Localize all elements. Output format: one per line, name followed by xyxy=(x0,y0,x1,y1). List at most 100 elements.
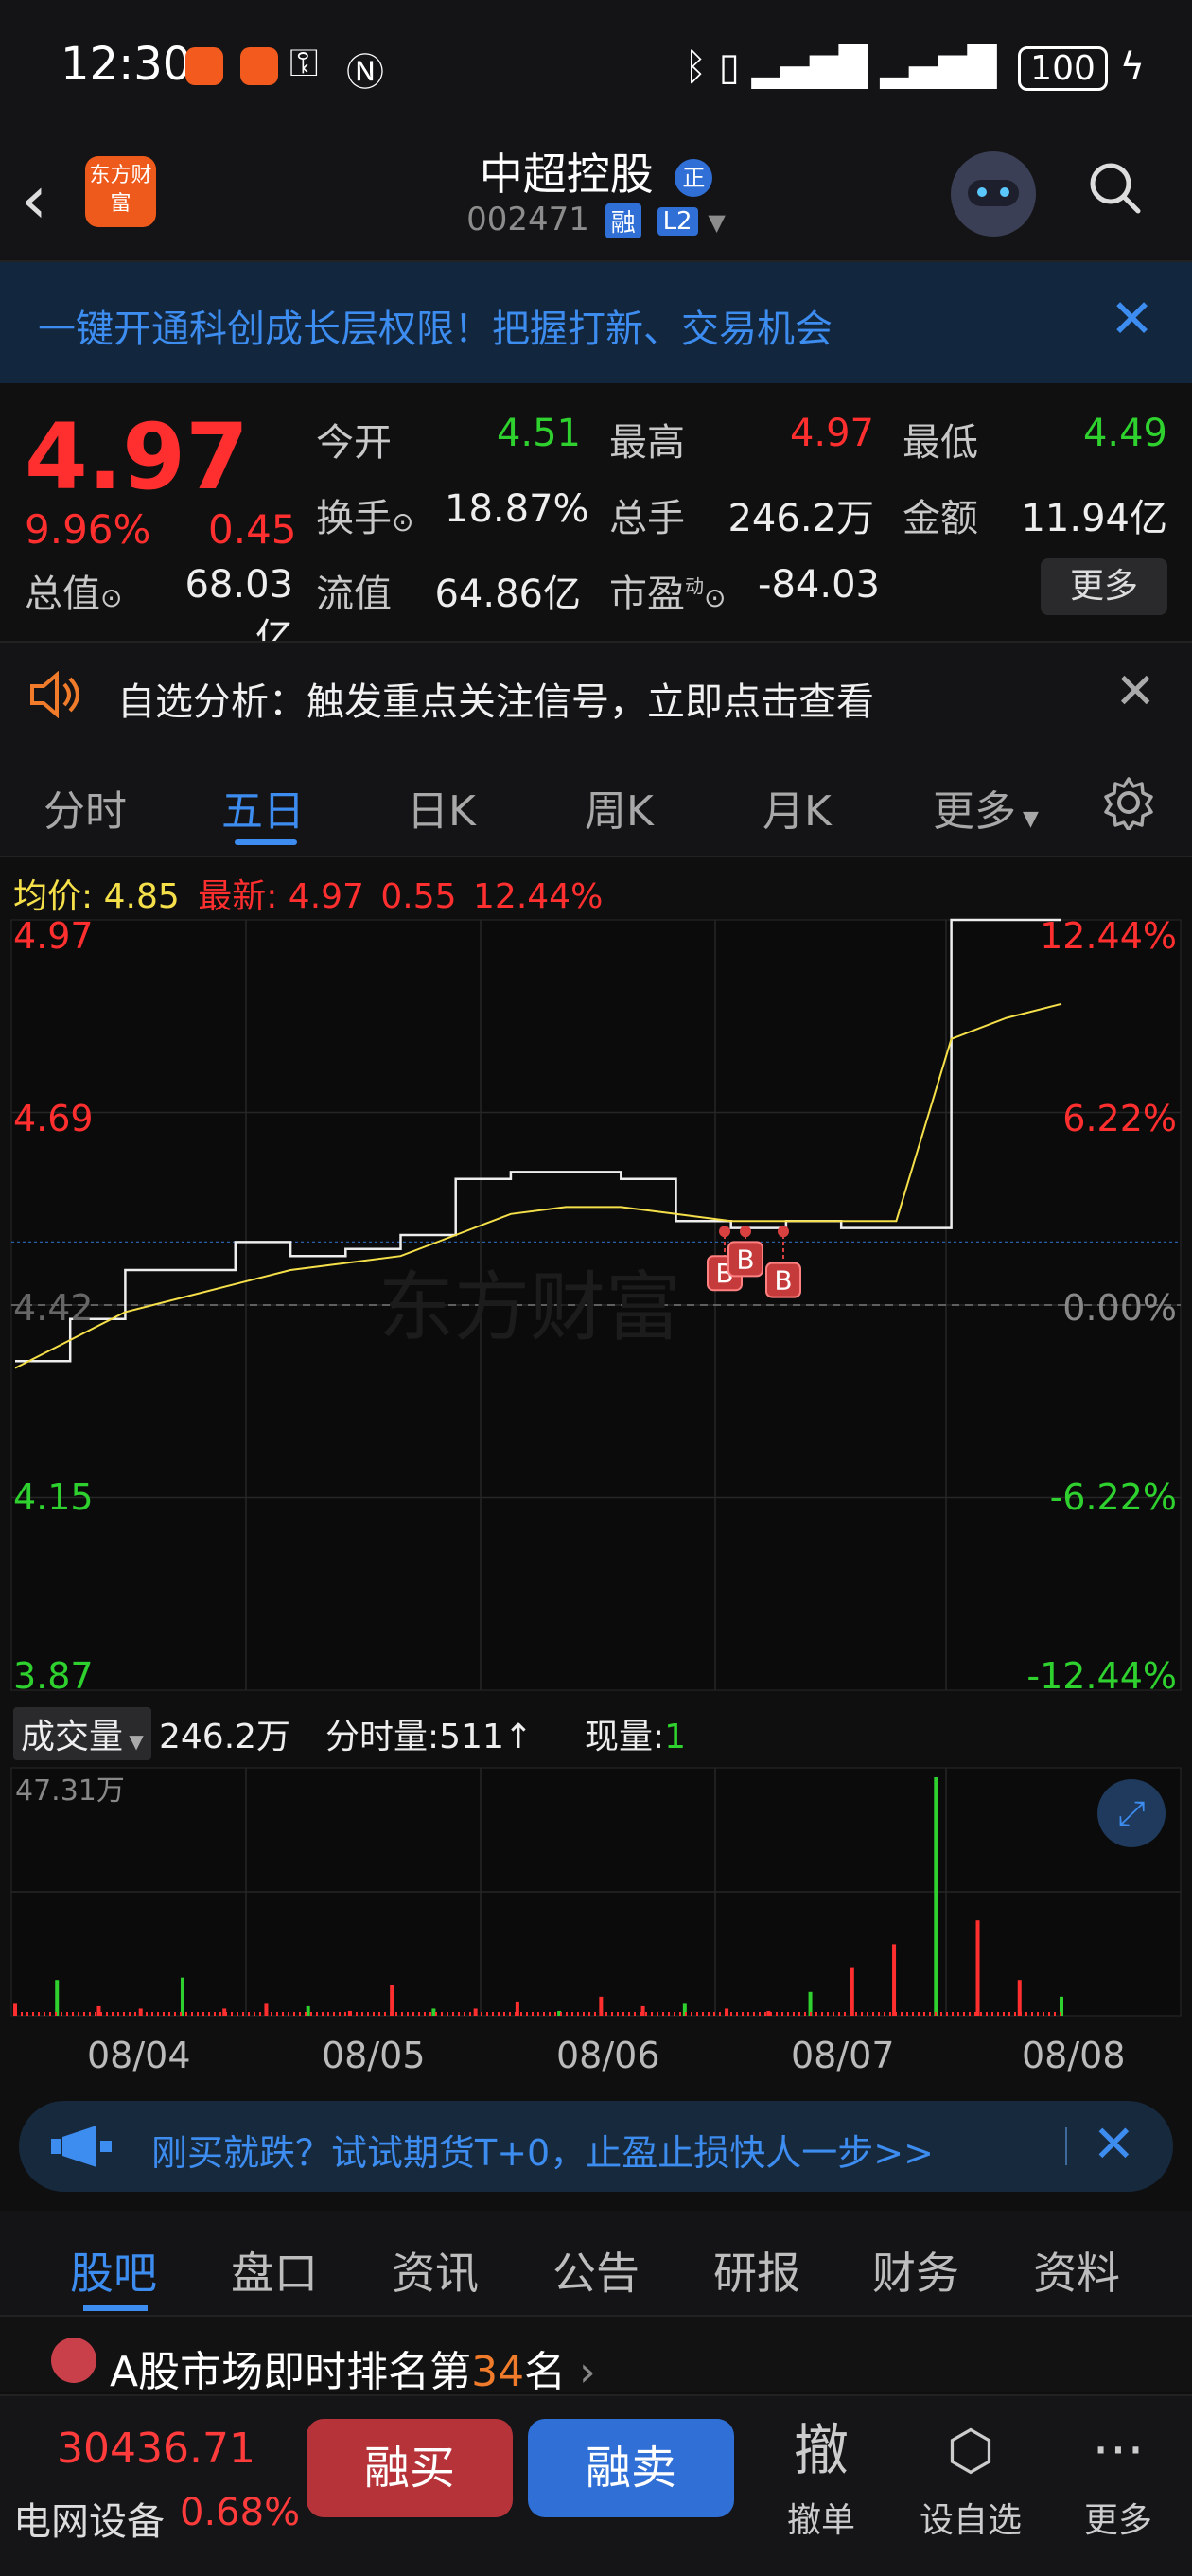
tab-intraday[interactable]: 分时 xyxy=(44,777,127,838)
volume-tick xyxy=(1025,2012,1027,2016)
speaker-icon xyxy=(30,671,79,718)
futures-banner-text[interactable]: 刚买就跌？试试期货T+0，止盈止损快人一步>> xyxy=(151,2124,934,2176)
volume-tick xyxy=(588,2012,590,2016)
futures-banner[interactable]: 刚买就跌？试试期货T+0，止盈止损快人一步>> ✕ xyxy=(19,2101,1173,2192)
add-watchlist-button[interactable]: ⬡ 设自选 xyxy=(914,2417,1027,2542)
cancel-icon: 撤 xyxy=(793,2418,849,2482)
volume-tick xyxy=(537,2012,539,2016)
volume-tick xyxy=(248,2012,250,2016)
volume-tick xyxy=(560,2012,562,2016)
alert-text[interactable]: 自选分析：触发重点关注信号，立即点击查看 xyxy=(117,671,874,726)
last-change: 0.55 xyxy=(380,877,457,916)
margin-buy-button[interactable]: 融买 xyxy=(307,2419,513,2517)
buy-marker-label: B xyxy=(736,1244,754,1275)
level2-tag: L2 xyxy=(657,206,698,236)
more-actions-button[interactable]: ··· 更多 xyxy=(1061,2417,1175,2542)
tab-research[interactable]: 研报 xyxy=(713,2239,800,2302)
volume-tick xyxy=(316,2012,318,2016)
volume-tick xyxy=(344,2012,346,2016)
sector-pct: 0.68% xyxy=(180,2491,301,2534)
volume-selector[interactable]: 成交量 ▼ xyxy=(13,1707,151,1760)
volume-chart[interactable]: 47.31万 ⤢ xyxy=(0,1764,1192,2020)
mktcap-label[interactable]: 总值⊙ xyxy=(25,563,122,618)
y-tick-label: 4.97 xyxy=(13,915,94,957)
info-icon: ⊙ xyxy=(100,582,123,613)
margin-tag: 融 xyxy=(605,203,641,238)
close-icon[interactable]: ✕ xyxy=(1110,289,1154,350)
assistant-robot-icon[interactable] xyxy=(951,151,1036,237)
volume-tick xyxy=(674,2012,675,2016)
volume-tick xyxy=(412,2012,414,2016)
volume-tick xyxy=(1020,2012,1022,2016)
amount-value: 11.94亿 xyxy=(1021,497,1167,540)
volume-tick xyxy=(895,2012,897,2016)
volume-tick xyxy=(123,2012,125,2016)
volume-tick xyxy=(952,2012,954,2016)
volume-tick xyxy=(322,2012,324,2016)
tab-five-day[interactable]: 五日 xyxy=(221,777,305,838)
active-tab-indicator xyxy=(83,2305,148,2311)
volume-tick xyxy=(254,2012,255,2016)
sector-index-value[interactable]: 30436.71 xyxy=(57,2425,255,2473)
tab-orderbook[interactable]: 盘口 xyxy=(231,2239,318,2302)
amount-label: 金额 xyxy=(903,497,978,540)
volume-tick xyxy=(83,2012,85,2016)
close-icon[interactable]: ✕ xyxy=(1093,2114,1135,2174)
tab-daily-k[interactable]: 日K xyxy=(407,777,476,838)
watchlist-alert[interactable]: 自选分析：触发重点关注信号，立即点击查看 ✕ xyxy=(0,641,1192,749)
volume-tick xyxy=(1008,2012,1010,2016)
more-quote-button[interactable]: 更多 xyxy=(1041,558,1167,615)
verified-badge: 正 xyxy=(675,158,713,197)
search-icon[interactable] xyxy=(1088,161,1141,214)
volume-tick xyxy=(333,2012,335,2016)
volume-tick xyxy=(821,2012,823,2016)
volume-tick xyxy=(901,2012,903,2016)
volume-bar xyxy=(934,1777,938,2016)
promo-banner-text[interactable]: 一键开通科创成长层权限！把握打新、交易机会 xyxy=(38,298,833,353)
volume-tick xyxy=(219,2012,221,2016)
gear-icon[interactable] xyxy=(1101,775,1156,830)
tab-guba[interactable]: 股吧 xyxy=(70,2239,157,2302)
volume-tick xyxy=(1060,2012,1061,2016)
volume-tick xyxy=(441,2012,443,2016)
tab-profile[interactable]: 资料 xyxy=(1033,2239,1120,2302)
tab-more[interactable]: 更多 ▼ xyxy=(933,777,1039,838)
close-icon[interactable]: ✕ xyxy=(1114,663,1156,720)
volume-tick xyxy=(231,2012,233,2016)
chevron-down-icon: ▼ xyxy=(708,209,726,236)
tab-weekly-k[interactable]: 周K xyxy=(585,777,654,838)
active-tab-indicator xyxy=(235,839,297,845)
cancel-order-button[interactable]: 撤 撤单 xyxy=(764,2417,878,2542)
sector-name[interactable]: 电网设备 xyxy=(13,2491,165,2546)
volume-tick xyxy=(940,2012,942,2016)
charging-icon: ϟ xyxy=(1119,45,1145,89)
y-tick-label-right: 6.22% xyxy=(1062,1098,1177,1139)
volume-tick xyxy=(867,2012,868,2016)
volume-tick xyxy=(492,2012,494,2016)
nfc-icon: Ⓝ xyxy=(346,51,384,95)
five-day-price-chart[interactable]: 东方财富 4.97 4.69 4.42 4.15 3.87 12.44% 6.22% 0.00%… xyxy=(0,912,1192,1698)
volume-bar xyxy=(431,2008,436,2016)
volume-tick xyxy=(679,2012,681,2016)
tab-news[interactable]: 资讯 xyxy=(392,2239,479,2302)
volume-tick xyxy=(617,2012,619,2016)
pe-label[interactable]: 市盈动⊙ xyxy=(609,563,726,618)
promo-banner[interactable]: 一键开通科创成长层权限！把握打新、交易机会 ✕ xyxy=(0,262,1192,383)
tab-announcements[interactable]: 公告 xyxy=(552,2239,640,2302)
volume-tick xyxy=(685,2012,687,2016)
volume-tick xyxy=(776,2012,778,2016)
rank-text[interactable]: A股市场即时排名第34名 › xyxy=(110,2338,596,2398)
rank-row[interactable]: A股市场即时排名第34名 › xyxy=(0,2317,1192,2396)
tab-financials[interactable]: 财务 xyxy=(872,2239,959,2302)
turnover-label[interactable]: 换手⊙ xyxy=(316,487,413,542)
volume-tick xyxy=(401,2012,403,2016)
volume-tick xyxy=(185,2012,187,2016)
signal-icon: ▂▄▆█ xyxy=(751,45,868,89)
volume-tick xyxy=(804,2012,806,2016)
volume-tick xyxy=(435,2012,437,2016)
volume-tick xyxy=(634,2012,636,2016)
tab-monthly-k[interactable]: 月K xyxy=(763,777,832,838)
marker-dot xyxy=(778,1226,789,1238)
margin-sell-button[interactable]: 融卖 xyxy=(528,2419,734,2517)
volume-tick xyxy=(305,2012,307,2016)
